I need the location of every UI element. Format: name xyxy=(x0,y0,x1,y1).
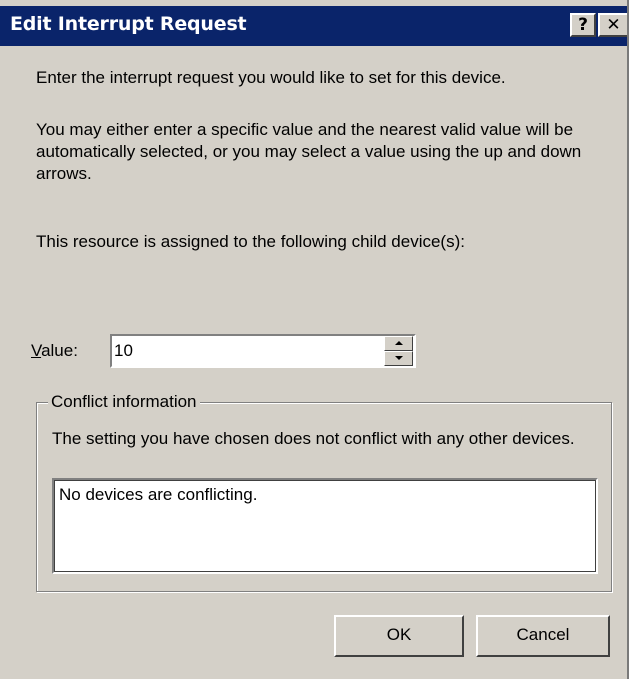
window-title: Edit Interrupt Request xyxy=(10,13,247,35)
title-bar[interactable]: Edit Interrupt Request ? ✕ xyxy=(0,6,627,46)
value-label-rest: alue: xyxy=(41,341,78,360)
assigned-devices-text: This resource is assigned to the followi… xyxy=(36,232,465,251)
ok-button[interactable]: OK xyxy=(334,615,464,657)
value-label: Value: xyxy=(31,341,78,361)
spin-down-button[interactable] xyxy=(384,351,413,366)
list-item[interactable]: No devices are conflicting. xyxy=(59,485,257,505)
close-icon[interactable]: ✕ xyxy=(598,13,627,37)
cancel-button[interactable]: Cancel xyxy=(476,615,610,657)
description-text: You may either enter a specific value an… xyxy=(36,120,582,183)
arrow-down-icon xyxy=(395,356,403,360)
conflict-message: The setting you have chosen does not con… xyxy=(52,429,575,448)
value-spinner[interactable] xyxy=(384,336,413,366)
intro-text: Enter the interrupt request you would li… xyxy=(36,68,506,87)
conflicting-devices-list[interactable]: No devices are conflicting. xyxy=(52,478,598,574)
help-icon[interactable]: ? xyxy=(570,13,596,37)
value-label-mnemonic: V xyxy=(31,341,42,360)
value-field[interactable] xyxy=(110,334,416,368)
value-input[interactable] xyxy=(114,339,374,363)
conflict-legend: Conflict information xyxy=(48,392,200,412)
edit-interrupt-request-dialog: Edit Interrupt Request ? ✕ Enter the int… xyxy=(0,0,629,679)
arrow-up-icon xyxy=(395,341,403,345)
spin-up-button[interactable] xyxy=(384,336,413,351)
